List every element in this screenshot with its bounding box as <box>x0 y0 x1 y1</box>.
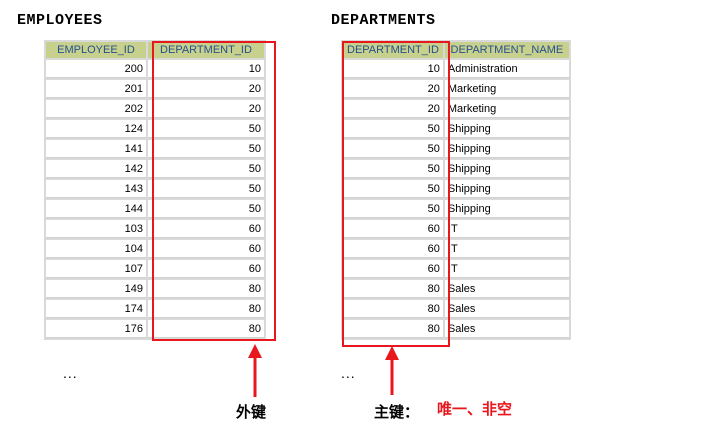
table-cell: IT <box>444 260 569 278</box>
table-cell: 142 <box>46 160 146 178</box>
table-cell: 104 <box>46 240 146 258</box>
table-cell: 201 <box>46 80 146 98</box>
table-cell: Shipping <box>444 180 569 198</box>
foreign-key-arrow-icon <box>248 344 262 397</box>
primary-key-label: 主键： <box>374 403 420 421</box>
table-cell: Sales <box>444 280 569 298</box>
table-cell: 202 <box>46 100 146 118</box>
table-cell: 143 <box>46 180 146 198</box>
table-cell: Marketing <box>444 100 569 118</box>
table-cell: 149 <box>46 280 146 298</box>
employees-more-ellipsis: ... <box>63 365 78 381</box>
departments-header-department-name: DEPARTMENT_NAME <box>444 42 569 58</box>
table-cell: Marketing <box>444 80 569 98</box>
foreign-key-highlight-box <box>152 41 276 341</box>
departments-title: DEPARTMENTS <box>331 12 436 29</box>
table-cell: 144 <box>46 200 146 218</box>
table-cell: Shipping <box>444 160 569 178</box>
table-cell: IT <box>444 240 569 258</box>
employees-header-employee-id: EMPLOYEE_ID <box>46 42 146 58</box>
table-cell: 174 <box>46 300 146 318</box>
table-cell: Sales <box>444 320 569 338</box>
table-cell: Sales <box>444 300 569 318</box>
table-cell: 107 <box>46 260 146 278</box>
primary-key-highlight-box <box>342 41 450 347</box>
table-cell: 200 <box>46 60 146 78</box>
table-cell: Shipping <box>444 200 569 218</box>
primary-key-arrow-icon <box>385 346 399 395</box>
table-cell: Administration <box>444 60 569 78</box>
table-cell: 176 <box>46 320 146 338</box>
foreign-key-label: 外键 <box>236 403 267 421</box>
employees-title: EMPLOYEES <box>17 12 103 29</box>
table-cell: Shipping <box>444 120 569 138</box>
table-cell: 124 <box>46 120 146 138</box>
table-cell: Shipping <box>444 140 569 158</box>
departments-more-ellipsis: ... <box>341 365 356 381</box>
table-cell: IT <box>444 220 569 238</box>
primary-key-note: 唯一、非空 <box>437 400 513 418</box>
table-cell: 141 <box>46 140 146 158</box>
table-cell: 103 <box>46 220 146 238</box>
